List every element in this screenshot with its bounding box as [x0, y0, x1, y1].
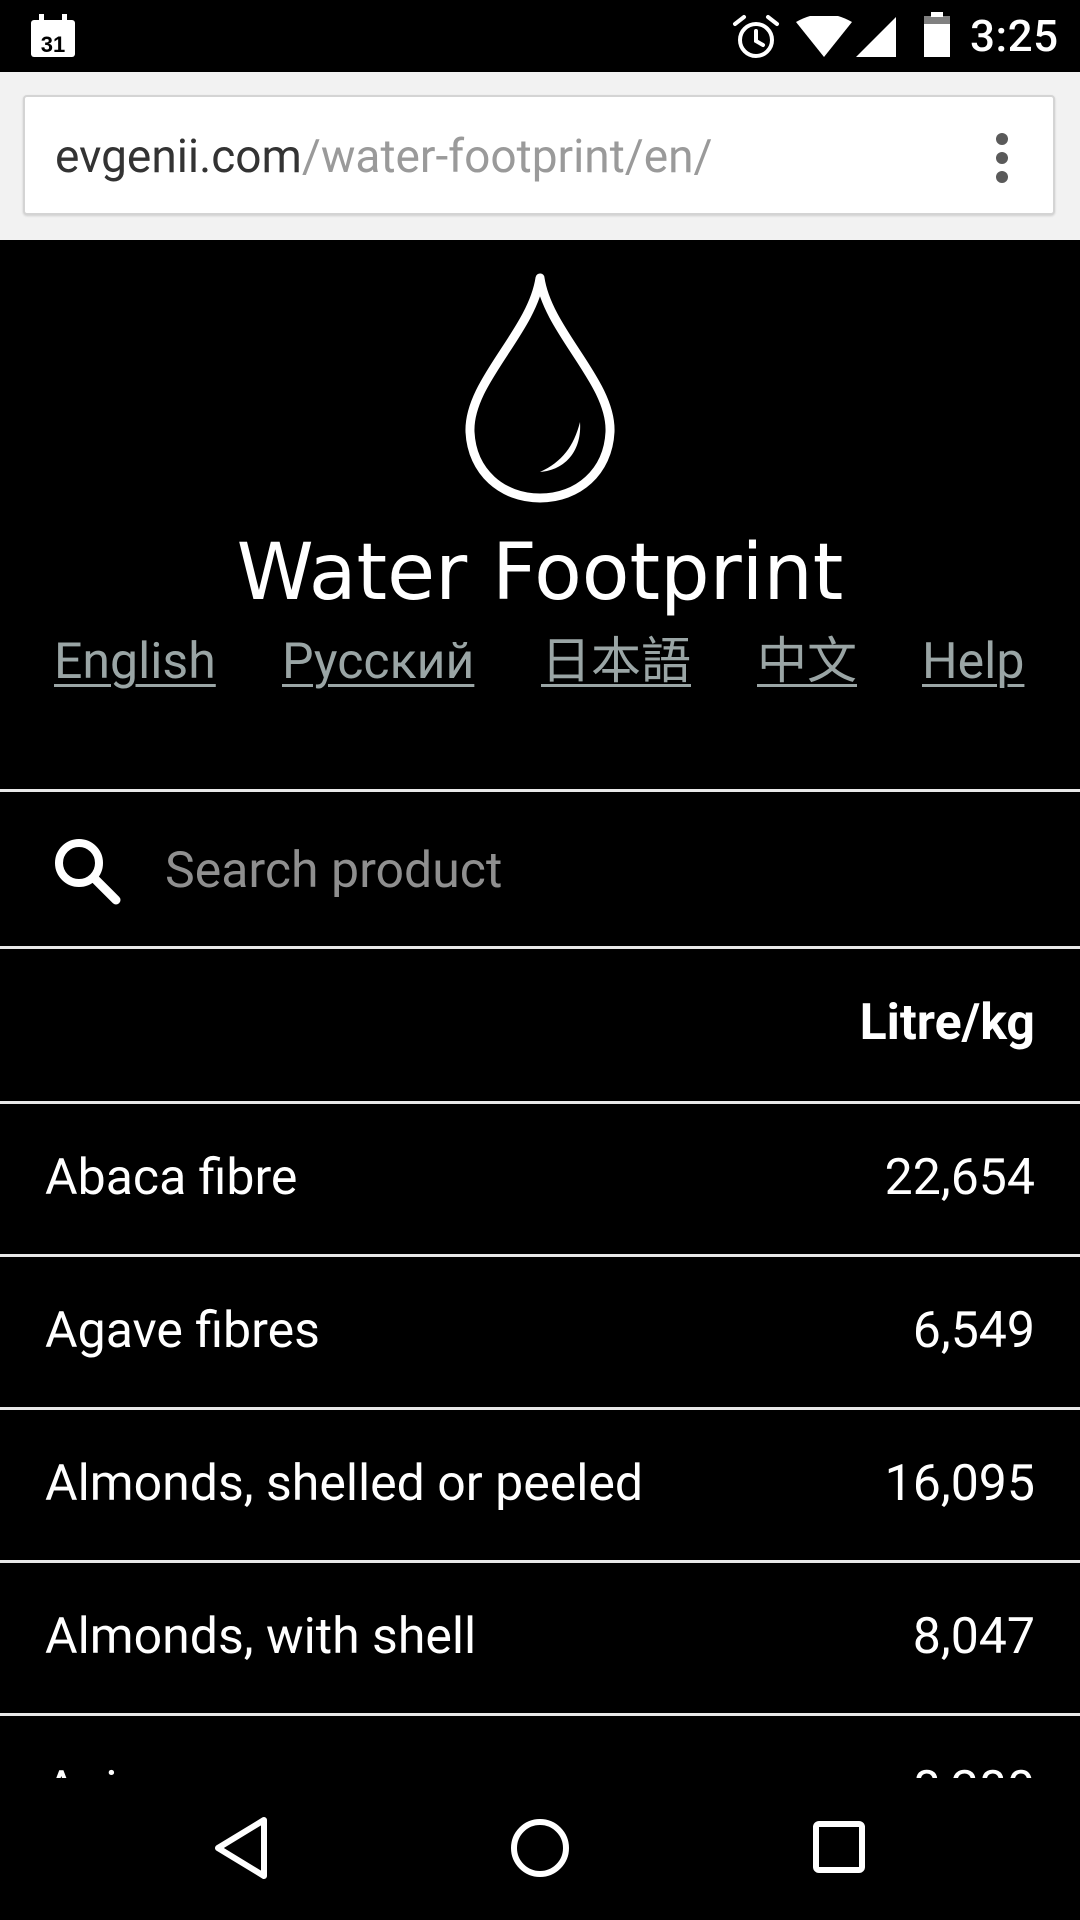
recents-icon[interactable] [800, 1808, 880, 1888]
battery-icon [924, 12, 950, 57]
table-row-partial: Anise 8,280 [0, 1718, 1080, 1778]
product-value: 6,549 [912, 1302, 1035, 1360]
unit-column-header: Litre/kg [859, 994, 1035, 1052]
search-bar [0, 793, 1080, 948]
overflow-menu-icon[interactable] [990, 133, 1014, 185]
navigation-bar [0, 1778, 1080, 1920]
table-row[interactable]: Anise 8,280 [0, 1718, 1080, 1778]
alarm-icon [733, 15, 779, 58]
lang-link-japanese[interactable]: 日本語 [541, 632, 691, 692]
table-row[interactable]: Agave fibres 6,549 [0, 1257, 1080, 1407]
product-name: Almonds, shelled or peeled [45, 1455, 644, 1513]
search-input[interactable] [165, 833, 1025, 909]
product-name: Agave fibres [45, 1302, 320, 1360]
calendar-day: 31 [41, 32, 65, 57]
language-nav: English Русский 日本語 中文 Help [0, 632, 1080, 696]
url-text[interactable]: evgenii.com/water-footprint/en/ [55, 131, 713, 183]
status-bar: 31 3:25 [0, 0, 1080, 72]
product-name: Almonds, with shell [45, 1608, 477, 1666]
product-value: 22,654 [884, 1149, 1035, 1207]
product-name: Abaca fibre [45, 1149, 298, 1207]
water-drop-icon [465, 273, 615, 503]
table-row[interactable]: Abaca fibre 22,654 [0, 1104, 1080, 1254]
divider [0, 789, 1080, 792]
divider [0, 1713, 1080, 1716]
lang-link-russian[interactable]: Русский [282, 632, 474, 692]
table-header: Litre/kg [0, 951, 1080, 1101]
lang-link-chinese[interactable]: 中文 [757, 632, 857, 692]
calendar-icon: 31 [31, 14, 75, 57]
cell-signal-icon [856, 17, 896, 57]
page-title: Water Footprint [236, 528, 844, 618]
back-icon[interactable] [202, 1808, 282, 1888]
search-icon [55, 839, 121, 905]
home-icon[interactable] [500, 1808, 580, 1888]
product-name: Anise [45, 1760, 170, 1778]
product-value: 8,047 [912, 1608, 1035, 1666]
browser-toolbar: evgenii.com/water-footprint/en/ [0, 72, 1080, 240]
product-value: 8,280 [913, 1760, 1035, 1778]
lang-link-english[interactable]: English [54, 632, 216, 692]
divider [0, 946, 1080, 949]
product-value: 16,095 [884, 1455, 1035, 1513]
url-domain: evgenii.com [55, 130, 302, 184]
table-row[interactable]: Almonds, shelled or peeled 16,095 [0, 1410, 1080, 1560]
help-link[interactable]: Help [922, 632, 1024, 692]
site-header: Water Footprint English Русский 日本語 中文 H… [0, 240, 1080, 790]
address-bar[interactable]: evgenii.com/water-footprint/en/ [23, 95, 1055, 215]
url-path: /water-footprint/en/ [301, 130, 713, 184]
wifi-icon [796, 16, 852, 57]
status-time: 3:25 [970, 10, 1059, 62]
table-row[interactable]: Almonds, with shell 8,047 [0, 1563, 1080, 1713]
